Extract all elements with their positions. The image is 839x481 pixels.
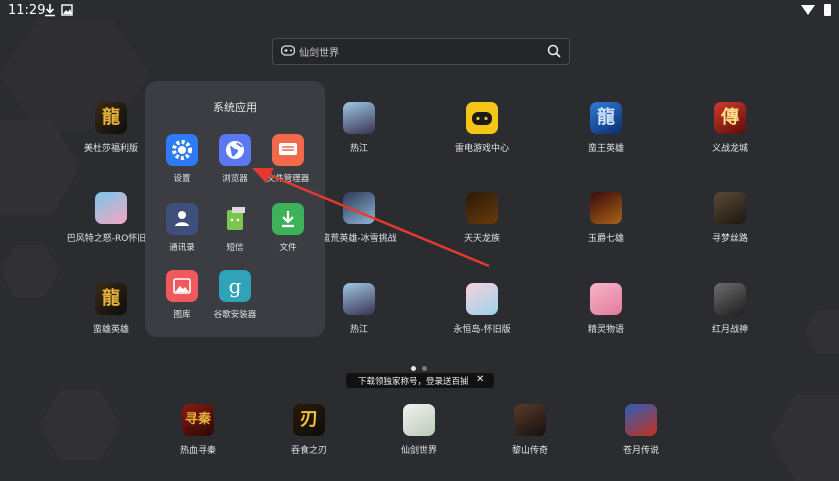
app-label: 吞食之刃 <box>290 446 327 456</box>
manhuang-game-icon <box>343 192 375 224</box>
search-placeholder: 仙剑世界 <box>299 48 339 59</box>
app-label: 热血寻秦 <box>179 446 216 456</box>
app-label: 红月战神 <box>711 325 748 335</box>
app-yizhan-longcheng[interactable]: 傳 义战龙城 <box>675 102 785 154</box>
status-time: 11:29 <box>8 3 46 18</box>
download-icon <box>272 203 304 235</box>
app-label: 义战龙城 <box>711 144 748 154</box>
system-apps-folder[interactable]: 系统应用 设置 浏览器 文件管理器 通讯录 短信 文件 图库 g 谷歌安装器 <box>145 81 325 337</box>
manwang-game-icon: 龍 <box>590 102 622 134</box>
app-tiantian-longzu[interactable]: 天天龙族 <box>427 192 537 244</box>
app-label: 天天龙族 <box>463 234 500 244</box>
hongyue-game-icon <box>714 283 746 315</box>
xunqin-game-icon: 寻秦 <box>182 404 214 436</box>
app-yujue-qixiong[interactable]: 玉爵七雄 <box>551 192 661 244</box>
app-jingling-wuyu[interactable]: 精灵物语 <box>551 283 661 335</box>
yizhan-game-icon: 傳 <box>714 102 746 134</box>
toast-divider <box>467 376 468 385</box>
page-dot-active[interactable] <box>411 366 416 371</box>
app-xunmeng-silu[interactable]: 寻梦丝路 <box>675 192 785 244</box>
search-icon[interactable] <box>547 44 561 58</box>
background-hexagon <box>770 395 839 481</box>
dock-app-lishan-chuanqi[interactable]: 黎山传奇 <box>475 404 585 456</box>
status-bar: 11:29 <box>0 0 839 22</box>
toast-text: 下载领独家称号，登录送百抽 <box>358 377 469 387</box>
background-hexagon <box>0 245 60 297</box>
lishan-game-icon <box>514 404 546 436</box>
app-label: 蛮王英雄 <box>587 144 624 154</box>
jingling-game-icon <box>590 283 622 315</box>
photo-status-icon <box>61 4 73 16</box>
google-installer-app[interactable]: g 谷歌安装器 <box>200 270 270 320</box>
baphomet-game-icon <box>95 192 127 224</box>
qixiong-game-icon <box>590 192 622 224</box>
promo-toast[interactable]: 下载领独家称号，登录送百抽 ✕ <box>346 373 494 388</box>
longzu-game-icon <box>466 192 498 224</box>
svg-text:g: g <box>229 274 242 298</box>
background-hexagon <box>805 310 839 353</box>
xianjian-game-icon <box>403 404 435 436</box>
medusa-game-icon: 龍 <box>95 102 127 134</box>
app-label: 寻梦丝路 <box>711 234 748 244</box>
cangyue-game-icon <box>625 404 657 436</box>
messages-icon <box>219 203 251 235</box>
dock-app-rexue-xunqin[interactable]: 寻秦 热血寻秦 <box>143 404 253 456</box>
settings-icon <box>166 134 198 166</box>
app-label: 雷电游戏中心 <box>454 144 509 154</box>
yonghengdao-game-icon <box>466 283 498 315</box>
app-label: 玉爵七雄 <box>587 234 624 244</box>
app-label: 精灵物语 <box>587 325 624 335</box>
contacts-icon <box>166 203 198 235</box>
rejiang-game-icon <box>343 102 375 134</box>
app-hongyue-zhanshen[interactable]: 红月战神 <box>675 283 785 335</box>
app-label: 文件 <box>279 243 297 253</box>
download-status-icon <box>45 4 55 17</box>
silu-game-icon <box>714 192 746 224</box>
app-label: 谷歌安装器 <box>213 310 257 320</box>
browser-icon <box>219 134 251 166</box>
battery-icon <box>824 4 831 16</box>
dock-app-tunshi-zhiren[interactable]: 刃 吞食之刃 <box>254 404 364 456</box>
close-icon[interactable]: ✕ <box>476 374 484 385</box>
files-app[interactable]: 文件 <box>253 203 323 253</box>
rejiang-game-icon <box>343 283 375 315</box>
app-label: 苍月传说 <box>622 446 659 456</box>
dock-app-xianjian-shijie[interactable]: 仙剑世界 <box>364 404 474 456</box>
page-dot[interactable] <box>422 366 427 371</box>
background-hexagon <box>40 390 120 460</box>
app-label: 黎山传奇 <box>511 446 548 456</box>
tunshi-game-icon: 刃 <box>293 404 325 436</box>
search-bar[interactable]: 仙剑世界 <box>272 38 570 65</box>
folder-title: 系统应用 <box>213 101 257 114</box>
file-manager-app[interactable]: 文件管理器 <box>253 134 323 184</box>
app-label: 文件管理器 <box>266 174 310 184</box>
gallery-icon <box>166 270 198 302</box>
dock-app-cangyue-chuanshuo[interactable]: 苍月传说 <box>586 404 696 456</box>
app-label: 仙剑世界 <box>400 446 437 456</box>
file-manager-icon <box>272 134 304 166</box>
manxiong-game-icon: 龍 <box>95 283 127 315</box>
app-leidian-game-center[interactable]: 雷电游戏中心 <box>427 102 537 154</box>
google-installer-icon: g <box>219 270 251 302</box>
app-manwang[interactable]: 龍 蛮王英雄 <box>551 102 661 154</box>
wifi-icon <box>801 5 815 15</box>
gamepad-icon <box>281 45 295 56</box>
gamepad-icon <box>466 102 498 134</box>
app-yonghengdao[interactable]: 永恒岛-怀旧版 <box>427 283 537 335</box>
app-label: 永恒岛-怀旧版 <box>453 325 511 335</box>
